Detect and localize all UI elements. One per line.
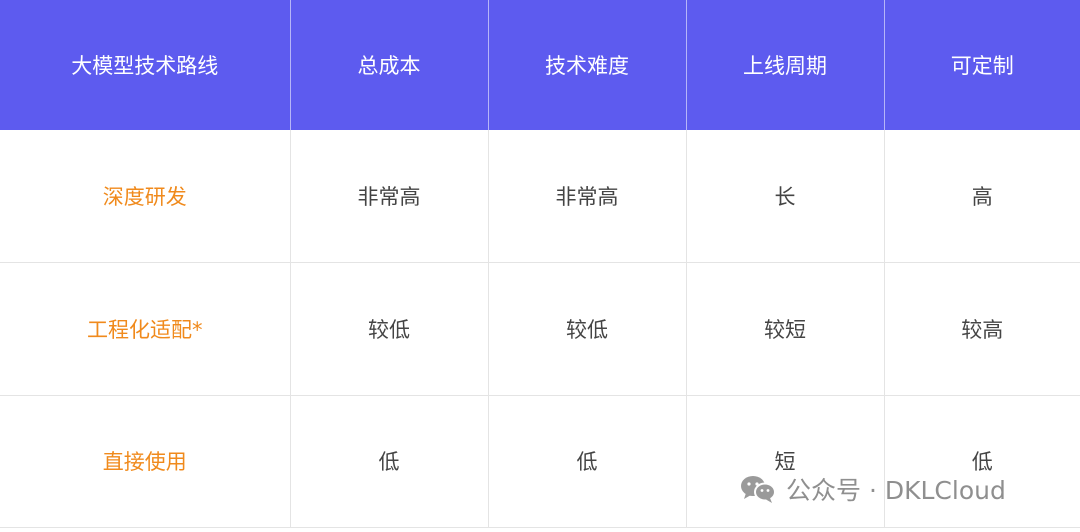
header-difficulty: 技术难度 — [488, 0, 687, 130]
route-name: 工程化适配* — [0, 262, 291, 396]
table-cell: 较高 — [884, 262, 1080, 396]
table-cell: 高 — [884, 130, 1080, 263]
watermark: 公众号 · DKLCloud — [738, 472, 1006, 506]
table-cell: 较低 — [488, 262, 687, 396]
table-cell: 长 — [686, 130, 885, 263]
table-cell: 非常高 — [488, 130, 687, 263]
table-cell: 非常高 — [290, 130, 489, 263]
table-cell: 短 — [686, 395, 885, 528]
table-row: 深度研发 非常高 非常高 长 高 — [0, 130, 1080, 263]
table-cell: 较短 — [686, 262, 885, 396]
watermark-text: 公众号 · DKLCloud — [786, 476, 1006, 505]
table-cell: 低 — [290, 395, 489, 528]
route-name: 深度研发 — [0, 130, 291, 263]
table-cell: 低 — [884, 395, 1080, 528]
table-row: 工程化适配* 较低 较低 较短 较高 — [0, 262, 1080, 396]
route-name: 直接使用 — [0, 395, 291, 528]
comparison-table: 大模型技术路线 总成本 技术难度 上线周期 可定制 深度研发 非常高 非常高 长… — [0, 0, 1080, 528]
header-customizable: 可定制 — [884, 0, 1080, 130]
header-total-cost: 总成本 — [290, 0, 489, 130]
table-row: 直接使用 低 低 短 低 — [0, 395, 1080, 528]
table-cell: 较低 — [290, 262, 489, 396]
header-launch-cycle: 上线周期 — [686, 0, 885, 130]
header-route: 大模型技术路线 — [0, 0, 291, 130]
wechat-icon — [738, 474, 778, 504]
table-cell: 低 — [488, 395, 687, 528]
header-row: 大模型技术路线 总成本 技术难度 上线周期 可定制 — [0, 0, 1080, 130]
